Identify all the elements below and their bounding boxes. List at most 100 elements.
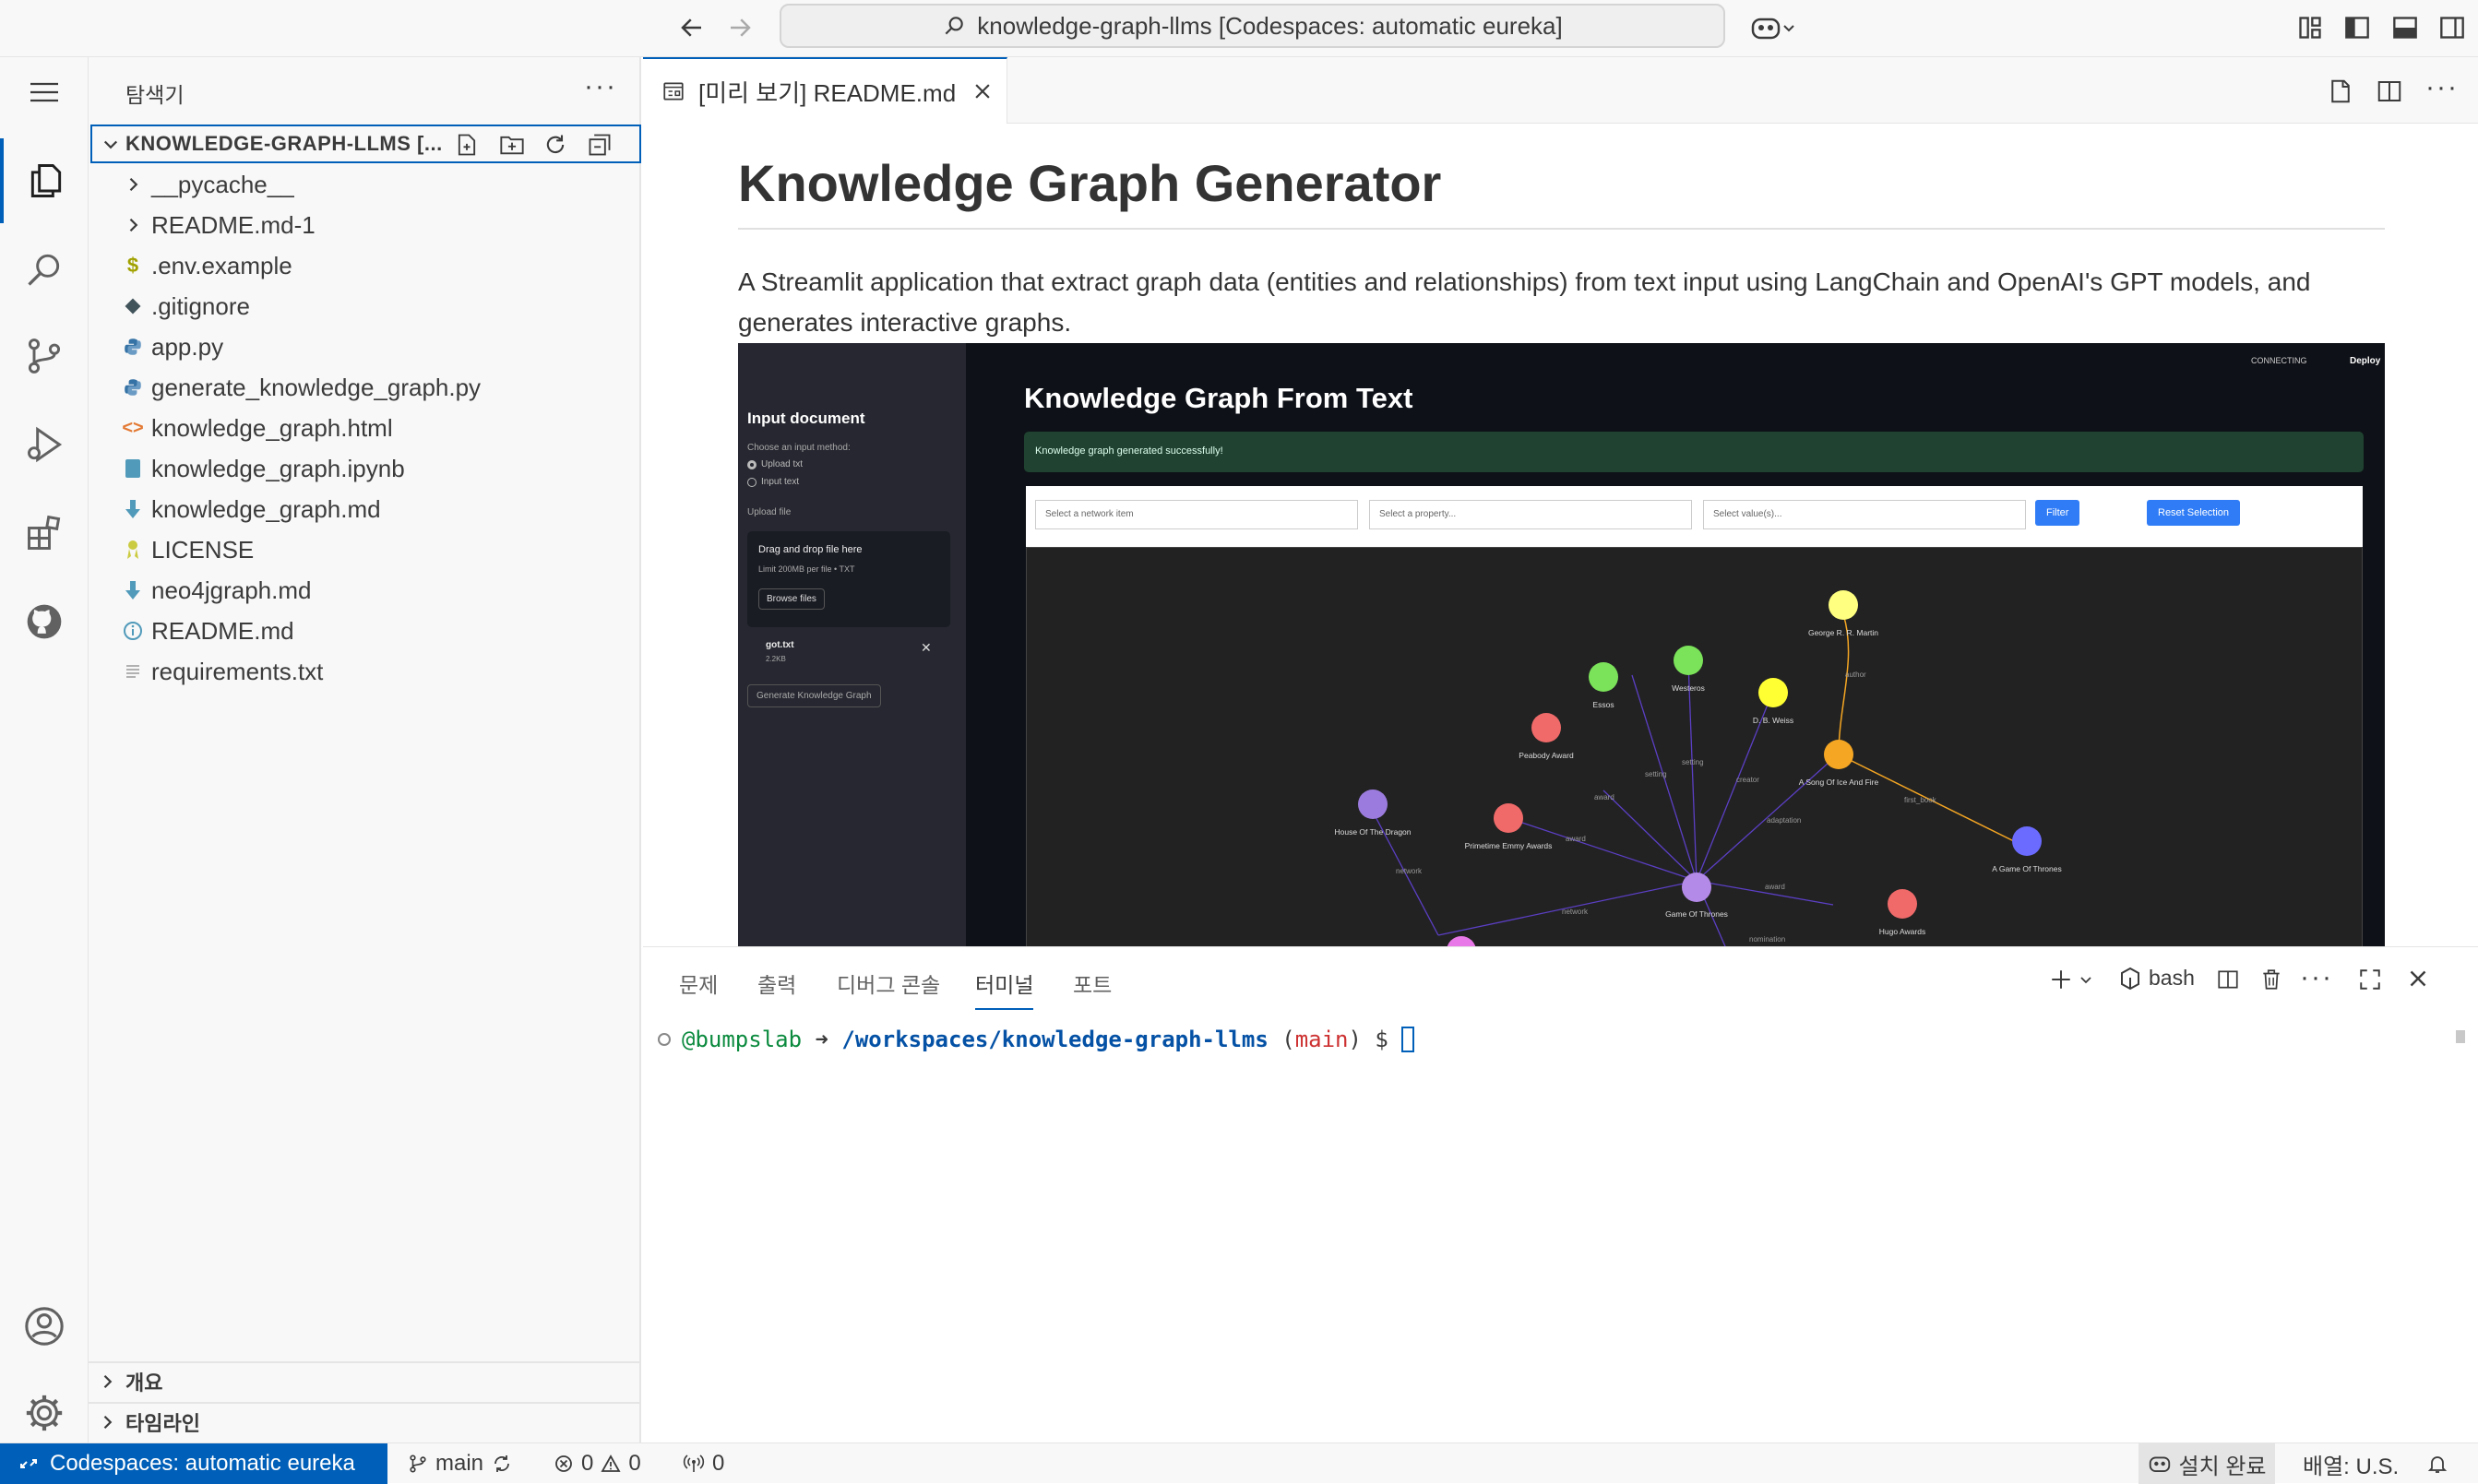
svg-text:George R. R. Martin: George R. R. Martin bbox=[1808, 628, 1878, 637]
more-actions-icon[interactable]: ··· bbox=[584, 73, 617, 101]
refresh-icon[interactable] bbox=[542, 132, 568, 158]
chevron-down-icon bbox=[2079, 972, 2093, 987]
tree-item-env-example[interactable]: $ .env.example bbox=[89, 245, 639, 286]
edge-label: award bbox=[1594, 793, 1614, 801]
extensions-icon[interactable] bbox=[0, 491, 89, 576]
scrollbar-thumb[interactable] bbox=[2456, 1030, 2465, 1043]
svg-text:A Game Of Thrones: A Game Of Thrones bbox=[1992, 864, 2061, 873]
notifications-bell-icon[interactable] bbox=[2426, 1443, 2448, 1484]
more-actions-icon[interactable]: ··· bbox=[2425, 72, 2459, 103]
tree-item-app-py[interactable]: app.py bbox=[89, 326, 639, 367]
customize-layout-icon[interactable] bbox=[2292, 9, 2329, 46]
account-icon[interactable] bbox=[0, 1284, 89, 1369]
graph-node bbox=[1589, 662, 1618, 692]
editor-tab-bar: [미리 보기] README.md ··· bbox=[643, 57, 2478, 124]
tree-item-kg-md[interactable]: knowledge_graph.md bbox=[89, 489, 639, 529]
search-icon bbox=[942, 14, 966, 38]
more-actions-icon[interactable]: ··· bbox=[2300, 962, 2333, 993]
explorer-icon[interactable] bbox=[0, 138, 89, 223]
open-source-icon[interactable] bbox=[2327, 77, 2354, 105]
maximize-panel-icon[interactable] bbox=[2358, 968, 2382, 991]
github-icon[interactable] bbox=[0, 579, 89, 664]
section-timeline[interactable]: 타임라인 bbox=[89, 1402, 639, 1441]
graph-node bbox=[1758, 678, 1788, 707]
tree-item-html[interactable]: <> knowledge_graph.html bbox=[89, 408, 639, 448]
tree-item-requirements[interactable]: requirements.txt bbox=[89, 651, 639, 692]
new-folder-icon[interactable] bbox=[498, 132, 526, 158]
menu-icon[interactable] bbox=[0, 57, 89, 127]
graph-node bbox=[1447, 936, 1476, 946]
back-arrow-icon[interactable] bbox=[673, 9, 710, 46]
edge-label: award bbox=[1566, 835, 1586, 843]
tree-item-gitignore[interactable]: .gitignore bbox=[89, 286, 639, 326]
info-icon bbox=[114, 621, 151, 641]
shot-side-choose: Choose an input method: bbox=[747, 443, 851, 453]
tree-item-readme-folder[interactable]: README.md-1 bbox=[89, 205, 639, 245]
copilot-icon[interactable] bbox=[1745, 9, 1801, 46]
new-file-icon[interactable] bbox=[454, 132, 480, 158]
split-editor-icon[interactable] bbox=[2376, 77, 2403, 105]
trash-icon[interactable] bbox=[2259, 968, 2283, 991]
split-terminal-icon[interactable] bbox=[2216, 968, 2240, 991]
tab-debug-console[interactable]: 디버그 콘솔 bbox=[837, 968, 940, 999]
tab-output[interactable]: 출력 bbox=[757, 968, 796, 999]
dollar-icon: $ bbox=[126, 254, 139, 277]
tree-item-label: __pycache__ bbox=[151, 170, 294, 198]
shot-file-remove-icon: ✕ bbox=[921, 640, 932, 655]
workspace-root-folder[interactable]: KNOWLEDGE-GRAPH-LLMS [... bbox=[90, 125, 641, 163]
svg-text:Primetime Emmy Awards: Primetime Emmy Awards bbox=[1465, 841, 1553, 850]
preview-icon bbox=[661, 79, 685, 103]
sync-icon[interactable] bbox=[491, 1453, 513, 1475]
shot-radio-upload: Upload txt bbox=[747, 459, 803, 469]
remote-indicator[interactable]: Codespaces: automatic eureka bbox=[0, 1443, 387, 1484]
svg-text:A Song Of Ice And Fire: A Song Of Ice And Fire bbox=[1799, 778, 1879, 787]
tree-item-label: .env.example bbox=[151, 251, 292, 279]
keyboard-layout[interactable]: 배열: U.S. bbox=[2303, 1443, 2399, 1484]
ports-indicator[interactable]: 0 bbox=[683, 1443, 724, 1484]
tab-readme-preview[interactable]: [미리 보기] README.md bbox=[643, 57, 1007, 124]
terminal-output[interactable]: @bumpslab ➜ /workspaces/knowledge-graph-… bbox=[658, 1027, 1415, 1052]
tree-item-license[interactable]: LICENSE bbox=[89, 529, 639, 570]
close-panel-icon[interactable] bbox=[2407, 968, 2429, 990]
branch-label: main bbox=[435, 1451, 484, 1476]
collapse-all-icon[interactable] bbox=[587, 132, 613, 158]
svg-text:D. B. Weiss: D. B. Weiss bbox=[1753, 716, 1793, 725]
tree-item-label: neo4jgraph.md bbox=[151, 576, 312, 604]
tree-item-ipynb[interactable]: knowledge_graph.ipynb bbox=[89, 448, 639, 489]
section-outline[interactable]: 개요 bbox=[89, 1361, 639, 1400]
graph-node bbox=[1358, 789, 1388, 819]
tab-label: [미리 보기] README.md bbox=[698, 78, 957, 107]
shot-connecting: CONNECTING bbox=[2251, 356, 2307, 365]
git-branch-icon bbox=[408, 1454, 428, 1474]
forward-arrow-icon[interactable] bbox=[721, 9, 758, 46]
terminal-cursor bbox=[1401, 1027, 1415, 1052]
source-control-icon[interactable] bbox=[0, 314, 89, 398]
tab-problems[interactable]: 문제 bbox=[679, 968, 718, 999]
toggle-primary-sidebar-icon[interactable] bbox=[2339, 9, 2376, 46]
close-icon[interactable] bbox=[972, 81, 993, 101]
svg-text:Essos: Essos bbox=[1592, 700, 1614, 709]
run-debug-icon[interactable] bbox=[0, 402, 89, 487]
tab-ports[interactable]: 포트 bbox=[1073, 968, 1112, 999]
tree-item-label: app.py bbox=[151, 332, 224, 361]
search-icon[interactable] bbox=[0, 227, 89, 312]
toggle-secondary-sidebar-icon[interactable] bbox=[2434, 9, 2471, 46]
terminal-shell-selector[interactable]: bash bbox=[2119, 966, 2195, 991]
toggle-panel-icon[interactable] bbox=[2387, 9, 2424, 46]
new-terminal-button[interactable] bbox=[2049, 968, 2093, 991]
copilot-status[interactable]: 설치 완료 bbox=[2138, 1443, 2275, 1484]
error-icon bbox=[554, 1454, 574, 1474]
svg-text:House Of The Dragon: House Of The Dragon bbox=[1335, 827, 1412, 837]
tree-item-pycache[interactable]: __pycache__ bbox=[89, 164, 639, 205]
tab-terminal[interactable]: 터미널 bbox=[975, 968, 1034, 1010]
branch-indicator[interactable]: main bbox=[408, 1443, 513, 1484]
command-center[interactable]: knowledge-graph-llms [Codespaces: automa… bbox=[780, 4, 1725, 48]
shot-file-name: got.txt bbox=[766, 640, 794, 650]
sidebar-title: 탐색기 bbox=[125, 83, 185, 107]
tree-item-readme-md[interactable]: README.md bbox=[89, 611, 639, 651]
edge-label: first_book bbox=[1904, 796, 1937, 804]
tree-item-generate-py[interactable]: generate_knowledge_graph.py bbox=[89, 367, 639, 408]
shot-graph: author first_book setting setting creato… bbox=[1026, 547, 2363, 946]
problems-indicator[interactable]: 0 0 bbox=[554, 1443, 641, 1484]
tree-item-neo4j-md[interactable]: neo4jgraph.md bbox=[89, 570, 639, 611]
